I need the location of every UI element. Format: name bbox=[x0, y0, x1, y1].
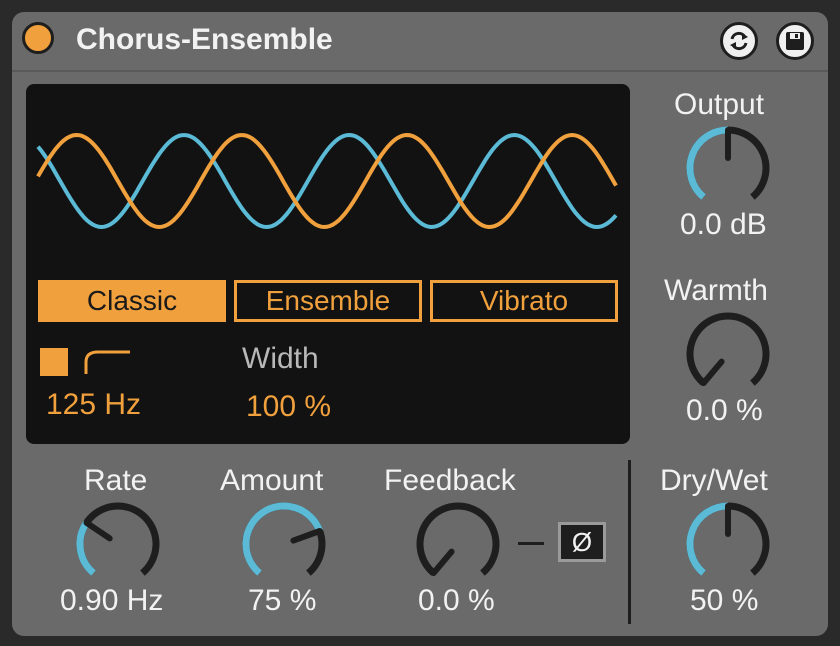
chorus-ensemble-device: Chorus-Ensemble Classic Ensemble Vibrato bbox=[12, 12, 828, 636]
section-divider bbox=[628, 460, 631, 624]
output-label: Output bbox=[674, 88, 765, 121]
highpass-toggle[interactable] bbox=[40, 348, 68, 376]
save-preset-icon[interactable] bbox=[776, 22, 814, 60]
dry-wet-knob[interactable] bbox=[684, 500, 772, 588]
highpass-filter-icon bbox=[84, 350, 130, 374]
warmth-value: 0.0 % bbox=[686, 394, 763, 427]
feedback-label: Feedback bbox=[384, 464, 516, 497]
rate-label: Rate bbox=[84, 464, 148, 497]
rate-knob[interactable] bbox=[74, 500, 162, 588]
dry-wet-value: 50 % bbox=[690, 584, 759, 617]
feedback-invert-connector bbox=[518, 542, 544, 545]
highpass-frequency-value[interactable]: 125 Hz bbox=[46, 388, 141, 422]
lfo-waveform bbox=[36, 132, 618, 230]
width-value[interactable]: 100 % bbox=[246, 390, 331, 424]
warmth-label: Warmth bbox=[664, 274, 768, 307]
dry-wet-label: Dry/Wet bbox=[660, 464, 768, 497]
device-title-bar[interactable]: Chorus-Ensemble bbox=[12, 12, 828, 72]
output-knob[interactable] bbox=[684, 124, 772, 212]
power-icon[interactable] bbox=[22, 22, 54, 54]
mode-vibrato-button[interactable]: Vibrato bbox=[430, 280, 618, 322]
device-title: Chorus-Ensemble bbox=[76, 23, 333, 56]
mode-ensemble-button[interactable]: Ensemble bbox=[234, 280, 422, 322]
mode-classic-button[interactable]: Classic bbox=[38, 280, 226, 322]
width-label: Width bbox=[242, 342, 319, 375]
output-value: 0.0 dB bbox=[680, 208, 767, 241]
lfo-display: Classic Ensemble Vibrato 125 Hz Width 10… bbox=[26, 84, 630, 444]
hot-swap-icon[interactable] bbox=[720, 22, 758, 60]
rate-value: 0.90 Hz bbox=[60, 584, 164, 617]
feedback-knob[interactable] bbox=[414, 500, 502, 588]
warmth-knob[interactable] bbox=[684, 310, 772, 398]
feedback-value: 0.0 % bbox=[418, 584, 495, 617]
feedback-phase-invert-button[interactable]: Ø bbox=[558, 522, 606, 562]
amount-knob[interactable] bbox=[240, 500, 328, 588]
amount-value: 75 % bbox=[248, 584, 317, 617]
amount-label: Amount bbox=[220, 464, 324, 497]
